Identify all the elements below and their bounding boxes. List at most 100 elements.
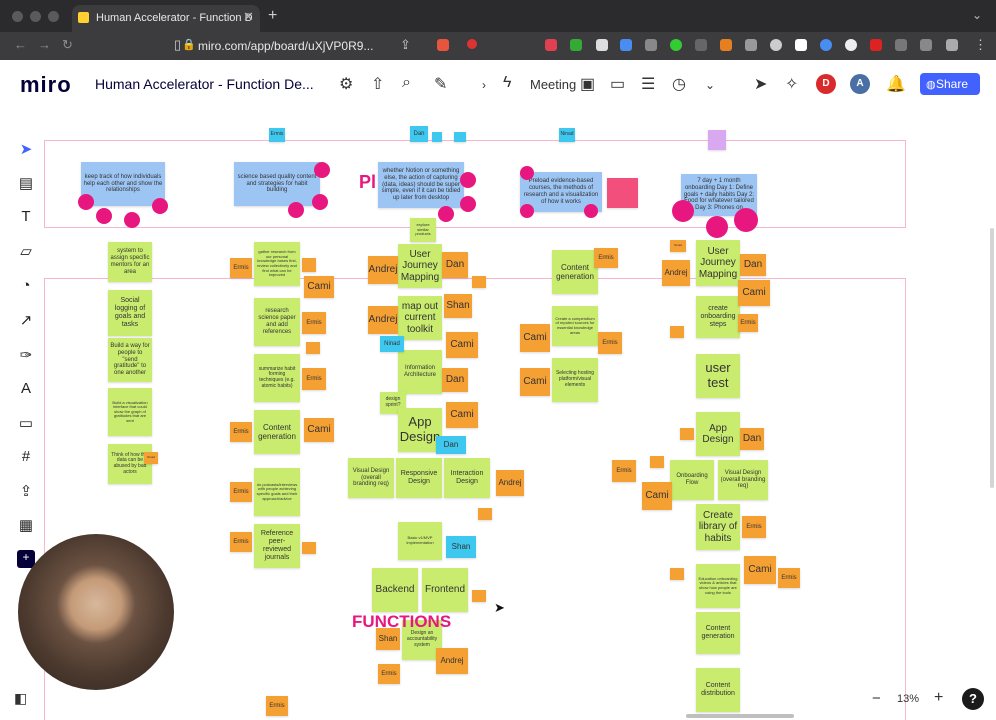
sticky-note[interactable]: Cami	[642, 482, 672, 510]
sticky-note[interactable]: Cami	[738, 280, 770, 306]
sticky-note[interactable]: Reference peer-reviewed journals	[254, 524, 300, 568]
sticky-note[interactable]: create onboarding steps	[696, 296, 740, 338]
extension-icon[interactable]	[437, 39, 449, 51]
sticky-note[interactable]: Dan	[442, 368, 468, 392]
sticky-note[interactable]: Cami	[520, 368, 550, 396]
sticky-note[interactable]: User Journey Mapping	[696, 240, 740, 286]
notes-icon[interactable]: ☰	[641, 74, 655, 94]
sticky-note[interactable]: Frontend	[422, 568, 468, 612]
vertical-scrollbar[interactable]	[990, 228, 994, 488]
sticky-note[interactable]	[708, 130, 726, 150]
integrations-icon[interactable]: ✎	[434, 74, 447, 94]
sticky-note[interactable]: do podcasts/interviews with people achie…	[254, 468, 300, 516]
sticky-note[interactable]: summarize habit forming techniques (e.g.…	[254, 354, 300, 402]
meeting-button[interactable]: Meeting	[530, 77, 576, 92]
pen-icon[interactable]: ✑	[17, 346, 35, 364]
sticky-note[interactable]: Interaction Design	[444, 458, 490, 498]
extension-icon[interactable]	[645, 39, 657, 51]
sticky-note[interactable]: Ermis	[612, 460, 636, 482]
forward-icon[interactable]: →	[38, 37, 51, 52]
sticky-note[interactable]	[432, 132, 442, 142]
sticky-note[interactable]: Ninad	[559, 128, 575, 142]
help-button[interactable]: ?	[962, 688, 984, 710]
sticky-note[interactable]: Education onboarding videos & articles t…	[696, 564, 740, 608]
close-icon[interactable]: ✕	[243, 9, 254, 25]
browser-tab[interactable]: Human Accelerator - Function D	[72, 5, 260, 32]
sticky-note[interactable]	[306, 342, 320, 354]
sticky-note[interactable]	[670, 568, 684, 580]
extension-icon[interactable]	[596, 39, 608, 51]
sticky-note[interactable]: Andrej	[496, 470, 524, 496]
search-icon[interactable]: ⌕	[402, 74, 411, 92]
sticky-note[interactable]: Selecting hosting platform/visual elemen…	[552, 358, 598, 402]
sticky-note[interactable]	[607, 178, 638, 208]
select-icon[interactable]: ➤	[17, 140, 35, 158]
horizontal-scrollbar[interactable]	[686, 714, 794, 718]
sticky-note[interactable]: Ermis	[266, 696, 288, 716]
sticky-note[interactable]: Ermis	[594, 248, 618, 268]
panel-toggle-icon[interactable]: ◧	[14, 690, 27, 707]
sticky-note[interactable]: Ermis	[230, 482, 252, 502]
sticky-note[interactable]: Dan	[442, 252, 468, 278]
export-icon[interactable]: ⇧	[371, 74, 384, 94]
sticky-note[interactable]: Shan	[446, 536, 476, 558]
sticky-note[interactable]	[472, 276, 486, 288]
extension-icon[interactable]	[720, 39, 732, 51]
zoom-out-icon[interactable]: −	[872, 690, 881, 707]
extension-icon[interactable]	[745, 39, 757, 51]
pen-tip-icon[interactable]: A	[17, 380, 35, 398]
zoom-in-icon[interactable]: +	[934, 689, 943, 707]
sticky-note[interactable]: Ermis	[598, 332, 622, 354]
sticky-note[interactable]: Ermis	[230, 532, 252, 552]
sticky-note[interactable]: Create library of habits	[696, 504, 740, 550]
shapes-icon[interactable]: ◔	[17, 277, 35, 295]
sticky-note[interactable]: Andrej	[368, 306, 398, 334]
zoom-level[interactable]: 13%	[897, 693, 919, 705]
extension-icon[interactable]	[820, 39, 832, 51]
avatar[interactable]: D	[816, 74, 836, 94]
sticky-note[interactable]: Social logging of goals and tasks	[108, 290, 152, 336]
extension-icon[interactable]	[946, 39, 958, 51]
extension-icon[interactable]	[620, 39, 632, 51]
sticky-note[interactable]	[680, 428, 694, 440]
sticky-note[interactable]: Andrej	[368, 256, 398, 284]
sticky-note[interactable]: Dan	[740, 428, 764, 450]
timer-icon[interactable]: ◷	[672, 74, 686, 94]
sticky-note[interactable]: Cami	[446, 332, 478, 358]
sticky-note[interactable]: Cami	[304, 276, 334, 298]
bell-icon[interactable]: 🔔	[886, 74, 906, 94]
sticky-note[interactable]: Content generation	[254, 410, 300, 454]
sticky-note[interactable]: Cami	[520, 324, 550, 352]
extension-icon[interactable]	[770, 39, 782, 51]
window-zoom-button[interactable]	[48, 11, 59, 22]
sticky-note[interactable]: Ermis	[302, 312, 326, 334]
lightning-icon[interactable]: ϟ	[503, 74, 511, 92]
menu-dots-icon[interactable]: ⋮	[974, 37, 987, 53]
back-icon[interactable]: ←	[14, 37, 27, 52]
url-field[interactable]: miro.com/app/board/uXjVP0R9...	[198, 36, 498, 56]
sticky-note-icon[interactable]: ▱	[17, 242, 35, 260]
text-icon[interactable]: T	[17, 208, 35, 226]
chevron-right-icon[interactable]: ›	[482, 78, 486, 92]
miro-logo[interactable]: miro	[20, 72, 72, 98]
sticky-note[interactable]: Cami	[446, 402, 478, 428]
cursor-icon[interactable]: ➤	[754, 74, 767, 94]
sticky-note[interactable]: Visual Design (overall branding req)	[718, 460, 768, 500]
sticky-note[interactable]: Ermis	[778, 568, 800, 588]
present-icon[interactable]: ▭	[610, 74, 625, 94]
sticky-note[interactable]: Dan	[410, 126, 428, 142]
sticky-note[interactable]: Create a compendium of reputed sources f…	[552, 306, 598, 346]
sticky-note[interactable]	[302, 542, 316, 554]
sticky-note[interactable]: Content distribution	[696, 668, 740, 712]
board-canvas[interactable]: keep track of how individuals help each …	[44, 110, 996, 720]
sticky-note[interactable]	[670, 326, 684, 338]
sticky-note[interactable]: App Design	[696, 412, 740, 456]
sticky-note[interactable]	[302, 258, 316, 272]
sticky-note[interactable]: Ermis	[302, 368, 326, 390]
extension-icon[interactable]	[870, 39, 882, 51]
comment-icon[interactable]: ▭	[17, 414, 35, 432]
sticky-note[interactable]: Information Architecture	[398, 350, 442, 394]
sticky-note[interactable]: Ermis	[269, 128, 285, 142]
sticky-note[interactable]: Onboarding Flow	[670, 460, 714, 500]
extension-icon[interactable]	[920, 39, 932, 51]
